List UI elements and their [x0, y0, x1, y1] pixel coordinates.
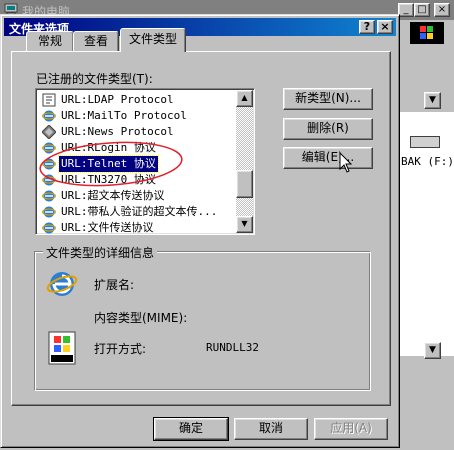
ie-globe-icon	[42, 205, 56, 219]
help-icon: ?	[363, 20, 371, 33]
list-item[interactable]: URL:带私人验证的超文本传...	[40, 204, 235, 220]
edit-button[interactable]: 编辑(E)...	[283, 147, 373, 169]
list-item[interactable]: URL:文件传送协议	[40, 220, 235, 234]
tab-label: 文件类型	[128, 32, 177, 46]
list-item-label: URL:News Protocol	[61, 125, 174, 138]
close-button[interactable]: ×	[377, 20, 393, 34]
chevron-down-icon: ▼	[429, 345, 436, 355]
help-button[interactable]: ?	[359, 20, 375, 34]
tab-view[interactable]: 查看	[73, 31, 119, 51]
tab-label: 查看	[83, 34, 108, 48]
close-icon: ×	[437, 4, 447, 15]
scroll-down-button[interactable]: ▼	[236, 216, 253, 233]
windows-program-icon	[46, 330, 78, 366]
tab-file-types[interactable]: 文件类型	[120, 28, 186, 52]
button-label: 新类型(N)...	[295, 91, 361, 105]
list-item-label: URL:LDAP Protocol	[61, 93, 174, 106]
list-item[interactable]: URL:RLogin 协议	[40, 140, 235, 156]
scroll-down-button[interactable]: ▼	[424, 342, 441, 359]
apply-button[interactable]: 应用(A)	[314, 418, 388, 440]
list-item[interactable]: URL:LDAP Protocol	[40, 92, 235, 108]
tab-label: 常规	[37, 34, 62, 48]
file-types-list[interactable]: URL:LDAP Protocol URL:MailTo Protocol UR…	[35, 88, 255, 235]
chevron-up-icon: ▲	[241, 93, 248, 102]
button-label: 应用(A)	[330, 421, 372, 435]
drive-label[interactable]: BAK (F:)	[401, 155, 454, 168]
button-label: 取消	[258, 421, 283, 435]
chevron-down-icon: ▼	[429, 95, 436, 105]
list-item-label: URL:文件传送协议	[61, 221, 154, 234]
minimize-icon: _	[403, 4, 409, 15]
list-item[interactable]: URL:MailTo Protocol	[40, 108, 235, 124]
ie-globe-icon	[42, 189, 56, 203]
ie-globe-icon	[46, 268, 78, 300]
drive-icon[interactable]	[410, 136, 440, 148]
address-dropdown-button[interactable]: ▼	[424, 92, 441, 109]
protocol-globe-icon	[42, 93, 56, 107]
list-item[interactable]: URL:TN3270 协议	[40, 172, 235, 188]
ok-button[interactable]: 确定	[153, 417, 229, 441]
list-item[interactable]: URL:News Protocol	[40, 124, 235, 140]
cancel-button[interactable]: 取消	[234, 418, 308, 440]
list-item-label: URL:超文本传送协议	[61, 189, 165, 202]
maximize-button[interactable]: □	[414, 3, 430, 17]
chevron-down-icon: ▼	[241, 219, 248, 228]
close-icon: ×	[380, 20, 390, 33]
button-label: 确定	[178, 421, 203, 435]
background-close-button[interactable]: ×	[434, 3, 450, 17]
ie-globe-icon	[42, 109, 56, 123]
windows-logo-icon	[410, 22, 444, 44]
ie-globe-icon	[42, 141, 56, 155]
ie-globe-icon	[42, 221, 56, 234]
scroll-thumb[interactable]	[236, 170, 253, 198]
content-type-label: 内容类型(MIME):	[94, 311, 188, 325]
new-type-button[interactable]: 新类型(N)...	[283, 88, 373, 110]
list-item-label: URL:Telnet 协议	[58, 155, 159, 173]
tab-general[interactable]: 常规	[26, 31, 74, 51]
button-label: 删除(R)	[307, 121, 349, 135]
list-scrollbar[interactable]: ▲ ▼	[236, 90, 253, 233]
ie-globe-icon	[42, 157, 56, 171]
list-item-label: URL:MailTo Protocol	[61, 109, 187, 122]
news-protocol-icon	[41, 124, 57, 140]
details-group	[34, 251, 371, 391]
open-with-value: RUNDLL32	[206, 341, 259, 354]
minimize-button[interactable]: _	[398, 3, 414, 17]
ie-globe-icon	[42, 173, 56, 187]
extension-label: 扩展名:	[94, 278, 135, 292]
delete-button[interactable]: 删除(R)	[283, 118, 373, 140]
list-item-label: URL:RLogin 协议	[61, 141, 156, 154]
open-with-label: 打开方式:	[94, 342, 147, 356]
maximize-icon: □	[417, 4, 427, 15]
list-item-label: URL:带私人验证的超文本传...	[61, 205, 218, 218]
mouse-cursor-icon	[339, 152, 353, 173]
list-item-label: URL:TN3270 协议	[61, 173, 156, 186]
list-item-selected[interactable]: URL:Telnet 协议	[40, 155, 235, 173]
background-content-area	[398, 112, 454, 356]
scroll-up-button[interactable]: ▲	[236, 90, 253, 107]
list-item[interactable]: URL:超文本传送协议	[40, 188, 235, 204]
details-group-title: 文件类型的详细信息	[43, 244, 158, 261]
registered-types-label: 已注册的文件类型(T):	[36, 72, 153, 86]
